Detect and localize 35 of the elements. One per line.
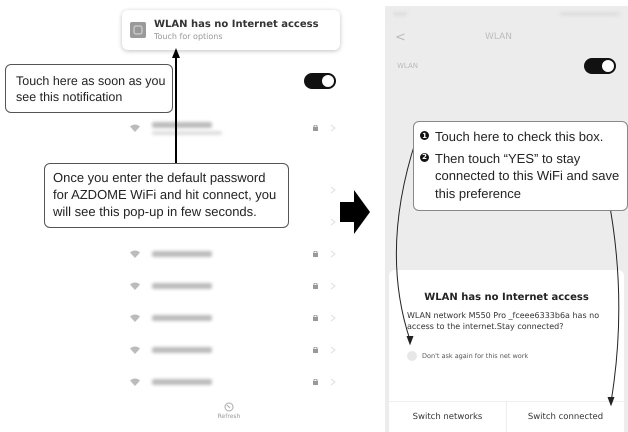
step-text: Touch here to check this box.: [435, 128, 604, 146]
lock-icon: [313, 315, 318, 321]
chevron-icon[interactable]: [330, 186, 336, 194]
wifi-icon: [130, 250, 140, 258]
lock-icon: [313, 283, 318, 289]
wlan-toggle[interactable]: [304, 73, 336, 89]
dialog-message: WLAN network M550 Pro _fceee6333b6a has no access to the internet.Stay connected?: [406, 311, 600, 333]
checkbox[interactable]: [407, 350, 417, 361]
lock-icon: [313, 125, 318, 131]
wifi-icon: [130, 314, 140, 322]
chevron-icon[interactable]: [330, 250, 336, 258]
notification-card[interactable]: WLAN has no Internet access Touch for options: [122, 10, 340, 50]
chevron-icon[interactable]: [330, 346, 336, 354]
wifi-icon: [130, 346, 140, 354]
notification-title: WLAN has no Internet access: [154, 19, 319, 30]
chevron-icon[interactable]: [330, 218, 336, 226]
callout-note: Touch here as soon as you see this notification: [5, 64, 173, 112]
step-text: Then touch “YES” to stay connected to this WiFi and save this preference: [435, 150, 620, 202]
callout-note: Once you enter the default password for AZDOME WiFi and hit connect, you will see this pop-up in few seconds.: [44, 163, 289, 228]
direction-arrow: [340, 190, 370, 234]
lock-icon: [313, 251, 318, 257]
dialog-title: WLAN has no Internet access: [424, 292, 589, 303]
lock-icon: [313, 347, 318, 353]
wifi-icon: [130, 124, 140, 132]
chevron-icon[interactable]: [330, 282, 336, 290]
chevron-icon[interactable]: [330, 378, 336, 386]
wifi-icon: [130, 378, 140, 386]
lock-icon: [313, 379, 318, 385]
chevron-icon[interactable]: [330, 314, 336, 322]
chevron-icon[interactable]: [330, 124, 336, 132]
notification-subtitle: Touch for options: [154, 32, 224, 41]
refresh-icon[interactable]: [224, 402, 234, 412]
app-icon: [130, 22, 146, 38]
wlan-toggle[interactable]: [584, 58, 616, 74]
wifi-icon: [130, 282, 140, 290]
